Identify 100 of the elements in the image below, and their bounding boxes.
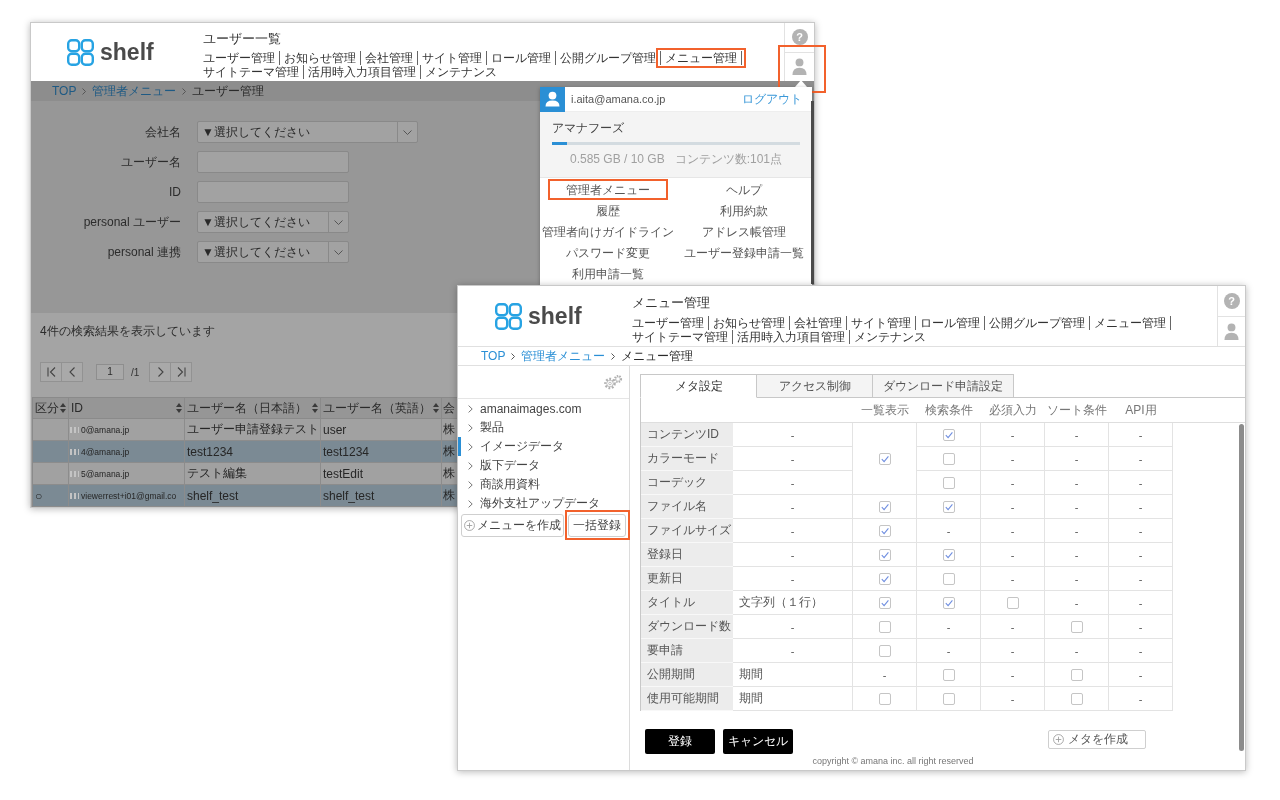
- sidebar-item[interactable]: 海外支社アップデータ: [458, 494, 629, 513]
- nav-link[interactable]: 会社管理: [365, 51, 413, 65]
- sidebar-button[interactable]: メニューを作成: [461, 514, 564, 537]
- menu-link[interactable]: アドレス帳管理: [702, 224, 786, 241]
- column-header[interactable]: 会: [442, 398, 457, 418]
- table-cell: -: [981, 567, 1045, 591]
- sidebar-button[interactable]: 一括登録: [568, 514, 626, 537]
- table-row[interactable]: 5@amana.jp テスト編集 testEdit 株: [33, 463, 457, 485]
- column-header[interactable]: ユーザー名（英語）: [321, 398, 442, 418]
- nav-link[interactable]: メンテナンス: [425, 65, 497, 79]
- checkbox[interactable]: [878, 548, 891, 561]
- column-header[interactable]: ユーザー名（日本語）: [185, 398, 321, 418]
- nav-link[interactable]: お知らせ管理: [284, 51, 356, 65]
- select-field[interactable]: ▼選択してください: [197, 211, 349, 233]
- menu-link[interactable]: ユーザー登録申請一覧: [684, 245, 804, 262]
- checkbox[interactable]: [1070, 692, 1083, 705]
- settings-icon[interactable]: [603, 374, 623, 390]
- select-field[interactable]: ▼選択してください: [197, 121, 418, 143]
- checkbox[interactable]: [878, 596, 891, 609]
- nav-link[interactable]: サイトテーマ管理: [203, 65, 299, 79]
- first-page-button[interactable]: [40, 362, 62, 382]
- next-page-button[interactable]: [149, 362, 172, 382]
- page-input[interactable]: 1: [96, 364, 124, 380]
- scrollbar[interactable]: [811, 101, 814, 284]
- table-cell: -: [733, 495, 853, 519]
- tab[interactable]: ダウンロード申請設定: [872, 374, 1014, 398]
- sidebar-item[interactable]: amanaimages.com: [458, 399, 629, 418]
- nav-link[interactable]: 会社管理: [794, 316, 842, 330]
- table-row[interactable]: 4@amana.jp test1234 test1234 株: [33, 441, 457, 463]
- checkbox[interactable]: [1070, 668, 1083, 681]
- menu-link[interactable]: ヘルプ: [726, 182, 762, 199]
- checkbox[interactable]: [942, 572, 955, 585]
- user-icon[interactable]: [1224, 322, 1239, 340]
- sidebar-item[interactable]: 製品: [458, 418, 629, 437]
- nav-link[interactable]: メンテナンス: [854, 330, 926, 344]
- breadcrumb-link[interactable]: 管理者メニュー: [521, 349, 606, 363]
- nav-link[interactable]: お知らせ管理: [713, 316, 785, 330]
- menu-link[interactable]: 管理者メニュー: [566, 182, 650, 199]
- nav-link[interactable]: 活用時入力項目管理: [308, 65, 416, 79]
- checkbox[interactable]: [942, 692, 955, 705]
- last-page-button[interactable]: [170, 362, 193, 382]
- nav-link[interactable]: ロール管理: [920, 316, 980, 330]
- menu-link[interactable]: 利用約款: [720, 203, 768, 220]
- checkbox[interactable]: [942, 596, 955, 609]
- tab[interactable]: アクセス制御: [756, 374, 873, 398]
- menu-link[interactable]: パスワード変更: [566, 245, 650, 262]
- input-field[interactable]: [197, 151, 349, 173]
- previous-page-button[interactable]: [61, 362, 83, 382]
- nav-link[interactable]: 公開グループ管理: [560, 51, 656, 65]
- sidebar-item[interactable]: 商談用資料: [458, 475, 629, 494]
- menu-link[interactable]: 管理者向けガイドライン: [542, 224, 674, 241]
- last-page-icon: [176, 367, 186, 377]
- table-cell: -: [1109, 663, 1173, 687]
- nav-link[interactable]: メニュー管理: [665, 51, 737, 65]
- sidebar-item[interactable]: 版下データ: [458, 456, 629, 475]
- checkbox[interactable]: [942, 452, 955, 465]
- checkbox[interactable]: [878, 452, 891, 465]
- checkbox[interactable]: [1006, 596, 1019, 609]
- nav-link[interactable]: 活用時入力項目管理: [737, 330, 845, 344]
- action-button[interactable]: 登録: [645, 729, 715, 754]
- nav-link[interactable]: サイトテーマ管理: [632, 330, 728, 344]
- nav-link[interactable]: ロール管理: [491, 51, 551, 65]
- nav-link[interactable]: メニュー管理: [1094, 316, 1166, 330]
- select-field[interactable]: ▼選択してください: [197, 241, 349, 263]
- checkbox[interactable]: [878, 692, 891, 705]
- table-row[interactable]: ○ viewerrest+i01@gmail.co shelf_test shelf_test 株: [33, 485, 457, 507]
- nav-link[interactable]: 公開グループ管理: [989, 316, 1085, 330]
- menu-link[interactable]: 利用申請一覧: [572, 266, 644, 283]
- chevron-right-icon: [468, 404, 473, 413]
- table-cell: -: [1109, 567, 1173, 591]
- table-cell: shelf_test: [321, 485, 442, 507]
- checkbox[interactable]: [878, 620, 891, 633]
- checkbox[interactable]: [942, 500, 955, 513]
- menu-link[interactable]: 履歴: [596, 203, 620, 220]
- user-icon[interactable]: [792, 58, 807, 76]
- checkbox[interactable]: [1070, 620, 1083, 633]
- checkbox[interactable]: [878, 524, 891, 537]
- scrollbar[interactable]: [1239, 424, 1244, 751]
- checkbox[interactable]: [942, 668, 955, 681]
- checkbox[interactable]: [942, 476, 955, 489]
- nav-link[interactable]: ユーザー管理: [632, 316, 704, 330]
- nav-link[interactable]: サイト管理: [422, 51, 482, 65]
- tab[interactable]: メタ設定: [640, 374, 757, 398]
- column-header: API用: [1125, 401, 1157, 419]
- checkbox[interactable]: [942, 548, 955, 561]
- checkbox[interactable]: [878, 572, 891, 585]
- checkbox[interactable]: [942, 428, 955, 441]
- nav-link[interactable]: サイト管理: [851, 316, 911, 330]
- table-row[interactable]: 0@amana.jp ユーザー申請登録テスト user 株: [33, 419, 457, 441]
- nav-link[interactable]: ユーザー管理: [203, 51, 275, 65]
- action-button[interactable]: キャンセル: [723, 729, 793, 754]
- table-cell: -: [981, 663, 1045, 687]
- sidebar-item[interactable]: イメージデータ: [458, 437, 629, 456]
- add-meta-button[interactable]: メタを作成: [1048, 730, 1146, 749]
- checkbox[interactable]: [878, 644, 891, 657]
- column-header[interactable]: 区分: [33, 398, 69, 418]
- input-field[interactable]: [197, 181, 349, 203]
- checkbox[interactable]: [878, 500, 891, 513]
- breadcrumb-link[interactable]: TOP: [481, 349, 506, 363]
- column-header[interactable]: ID: [69, 398, 185, 418]
